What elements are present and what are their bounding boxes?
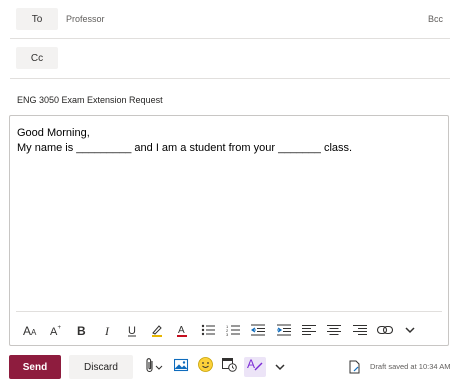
- editor-button[interactable]: A: [244, 357, 266, 377]
- insert-link-icon[interactable]: [372, 317, 397, 343]
- to-divider: [10, 38, 450, 39]
- svg-text:I: I: [104, 324, 110, 337]
- insert-picture-button[interactable]: [172, 357, 190, 377]
- underline-icon[interactable]: U: [119, 317, 144, 343]
- align-left-icon[interactable]: [296, 317, 321, 343]
- font-size-increase-icon[interactable]: A +: [43, 317, 68, 343]
- picture-icon: [173, 358, 189, 377]
- bulleted-list-icon[interactable]: [195, 317, 220, 343]
- chevron-down-icon: [274, 358, 286, 376]
- draft-document-icon: [348, 357, 362, 377]
- format-toolbar-divider: [16, 311, 442, 312]
- more-options-chevron-icon[interactable]: [397, 317, 422, 343]
- svg-text:A: A: [178, 325, 185, 336]
- more-actions-button[interactable]: [273, 357, 287, 377]
- chevron-down-icon: [155, 358, 163, 376]
- increase-indent-icon[interactable]: [271, 317, 296, 343]
- svg-text:U: U: [128, 325, 136, 337]
- subject-field[interactable]: ENG 3050 Exam Extension Request: [17, 95, 163, 105]
- attach-file-button[interactable]: [142, 357, 166, 377]
- cc-divider: [10, 78, 450, 79]
- send-button[interactable]: Send: [9, 355, 61, 379]
- svg-text:A: A: [31, 328, 37, 337]
- format-toolbar: AA A + B I U A 123: [18, 317, 423, 343]
- calendar-clock-icon: [221, 357, 237, 377]
- svg-text:3: 3: [226, 332, 229, 336]
- numbered-list-icon[interactable]: 123: [220, 317, 245, 343]
- align-right-icon[interactable]: [347, 317, 372, 343]
- font-size-decrease-icon[interactable]: AA: [18, 317, 43, 343]
- schedule-meeting-button[interactable]: [220, 357, 238, 377]
- discard-button[interactable]: Discard: [69, 355, 133, 379]
- bcc-link[interactable]: Bcc: [428, 14, 443, 24]
- italic-icon[interactable]: I: [94, 317, 119, 343]
- font-color-icon[interactable]: A: [170, 317, 195, 343]
- to-button[interactable]: To: [16, 8, 58, 30]
- bold-icon[interactable]: B: [69, 317, 94, 343]
- align-center-icon[interactable]: [322, 317, 347, 343]
- draft-saved-status: Draft saved at 10:34 AM: [370, 362, 451, 371]
- svg-text:B: B: [77, 324, 86, 337]
- svg-text:+: +: [57, 325, 61, 331]
- emoji-icon: [197, 357, 213, 377]
- editor-pen-icon: A: [247, 357, 263, 377]
- message-body-text[interactable]: Good Morning, My name is _________ and I…: [17, 126, 352, 156]
- cc-button[interactable]: Cc: [16, 47, 58, 69]
- body-line-greeting: Good Morning,: [17, 127, 90, 139]
- svg-text:A: A: [23, 324, 31, 337]
- decrease-indent-icon[interactable]: [246, 317, 271, 343]
- paperclip-icon: [145, 357, 155, 378]
- compose-footer: Send Discard A Draft saved at 10:34 AM: [0, 354, 460, 380]
- to-recipient-field[interactable]: Professor: [66, 14, 105, 24]
- svg-text:A: A: [247, 357, 255, 371]
- highlight-icon[interactable]: [144, 317, 169, 343]
- insert-emoji-button[interactable]: [196, 357, 214, 377]
- message-body-editor[interactable]: Good Morning, My name is _________ and I…: [9, 115, 449, 346]
- body-line-intro: My name is _________ and I am a student …: [17, 142, 353, 154]
